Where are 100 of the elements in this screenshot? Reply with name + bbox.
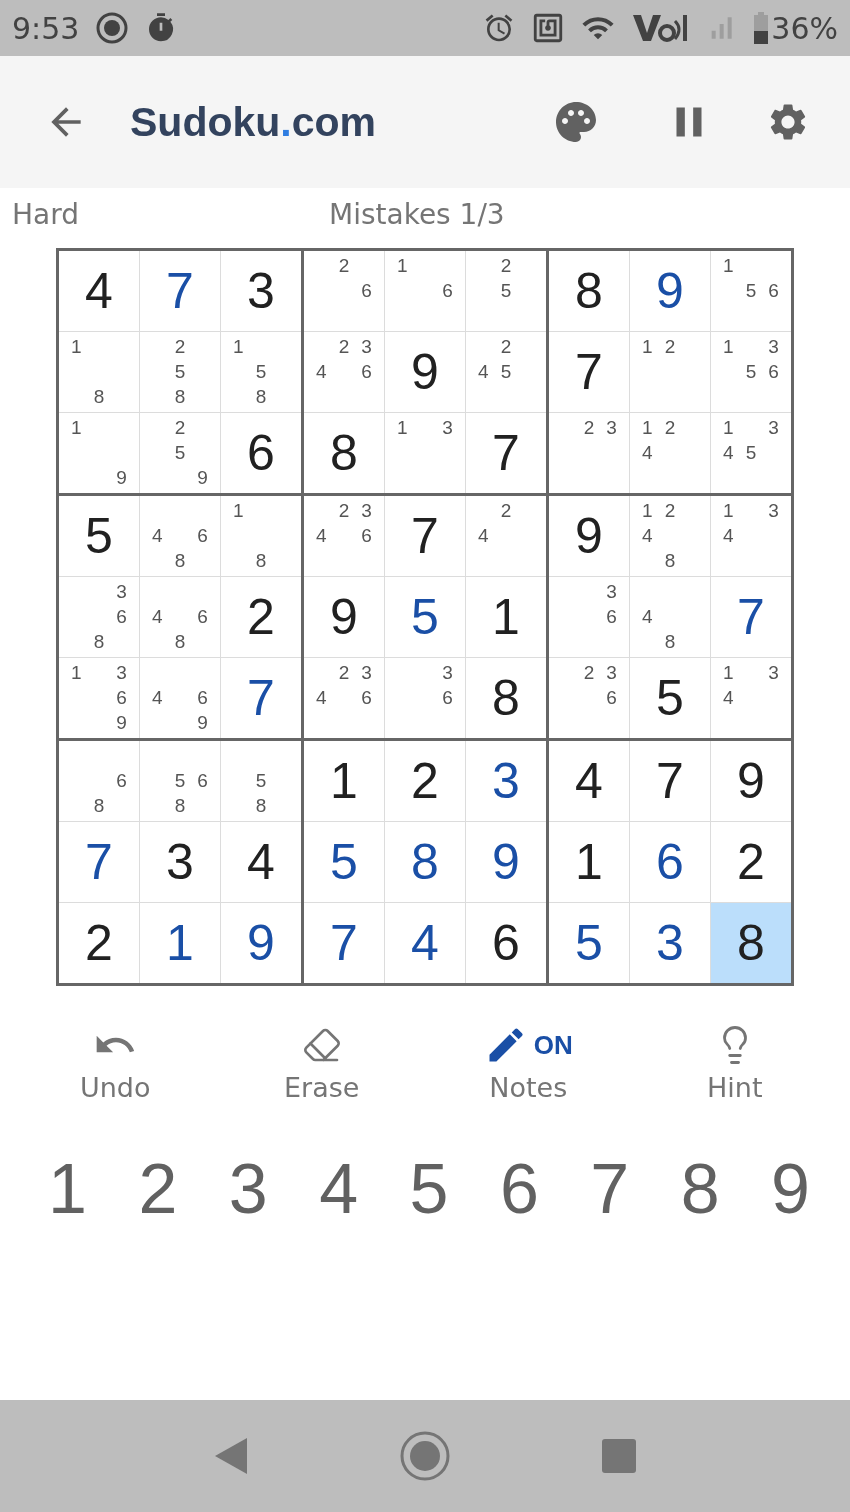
grid-cell[interactable]: 1 6 (385, 251, 465, 331)
grid-cell[interactable]: 2 3 4 6 (304, 658, 384, 738)
number-key[interactable]: 6 (495, 1149, 543, 1229)
grid-cell[interactable]: 5 (549, 903, 629, 983)
undo-button[interactable]: Undo (40, 1022, 191, 1103)
grid-cell[interactable]: 9 (221, 903, 301, 983)
number-key[interactable]: 2 (134, 1149, 182, 1229)
erase-button[interactable]: Erase (246, 1022, 397, 1103)
grid-cell[interactable]: 1 2 4 8 (630, 496, 710, 576)
grid-cell[interactable]: 1 (549, 822, 629, 902)
grid-cell[interactable]: 3 6 (549, 577, 629, 657)
grid-cell[interactable]: 4 (59, 251, 139, 331)
grid-cell[interactable]: 7 (630, 741, 710, 821)
number-key[interactable]: 5 (405, 1149, 453, 1229)
cell-digit: 9 (247, 914, 275, 972)
grid-cell[interactable]: 3 (221, 251, 301, 331)
pencil-note: 2 (663, 334, 677, 359)
grid-cell[interactable]: 5 8 (221, 741, 301, 821)
grid-cell[interactable]: 1 2 4 (630, 413, 710, 493)
grid-cell[interactable]: 1 3 4 5 (711, 413, 791, 493)
grid-cell[interactable]: 3 (466, 741, 546, 821)
hint-button[interactable]: Hint (659, 1022, 810, 1103)
battery-percent: 36% (771, 10, 838, 46)
grid-cell[interactable]: 1 3 6 9 (59, 658, 139, 738)
grid-cell[interactable]: 1 3 4 (711, 658, 791, 738)
grid-cell[interactable]: 1 3 (385, 413, 465, 493)
grid-cell[interactable]: 8 (549, 251, 629, 331)
grid-cell[interactable]: 4 (385, 903, 465, 983)
grid-cell[interactable]: 4 6 8 (140, 577, 220, 657)
grid-cell[interactable]: 7 (221, 658, 301, 738)
grid-cell[interactable]: 4 (221, 822, 301, 902)
grid-cell[interactable]: 2 3 4 6 (304, 332, 384, 412)
grid-cell[interactable]: 2 3 4 6 (304, 496, 384, 576)
number-key[interactable]: 3 (224, 1149, 272, 1229)
grid-cell[interactable]: 9 (304, 577, 384, 657)
grid-cell[interactable]: 2 (711, 822, 791, 902)
grid-cell[interactable]: 2 5 9 (140, 413, 220, 493)
grid-cell[interactable]: 7 (466, 413, 546, 493)
pencil-note: 8 (92, 794, 106, 819)
grid-cell[interactable]: 8 (304, 413, 384, 493)
grid-cell[interactable]: 2 (221, 577, 301, 657)
grid-cell[interactable]: 3 6 8 (59, 577, 139, 657)
grid-cell[interactable]: 9 (549, 496, 629, 576)
notes-button[interactable]: ON Notes (453, 1022, 604, 1103)
grid-cell[interactable]: 5 (630, 658, 710, 738)
grid-cell[interactable]: 7 (711, 577, 791, 657)
grid-cell[interactable]: 9 (385, 332, 465, 412)
grid-cell[interactable]: 5 (304, 822, 384, 902)
grid-cell[interactable]: 1 (140, 903, 220, 983)
grid-cell[interactable]: 1 5 8 (221, 332, 301, 412)
grid-cell[interactable]: 7 (140, 251, 220, 331)
grid-cell[interactable]: 9 (711, 741, 791, 821)
grid-cell[interactable]: 2 4 (466, 496, 546, 576)
grid-cell[interactable]: 6 (630, 822, 710, 902)
pencil-note: 4 (722, 441, 735, 465)
grid-cell[interactable]: 1 5 6 (711, 251, 791, 331)
cell-digit: 7 (166, 262, 194, 320)
grid-cell[interactable]: 2 3 6 (549, 658, 629, 738)
grid-cell[interactable]: 8 (711, 903, 791, 983)
grid-cell[interactable]: 2 5 (466, 251, 546, 331)
grid-cell[interactable]: 6 (221, 413, 301, 493)
grid-cell[interactable]: 2 4 5 (466, 332, 546, 412)
number-key[interactable]: 4 (315, 1149, 363, 1229)
grid-cell[interactable]: 1 3 5 6 (711, 332, 791, 412)
grid-cell[interactable]: 7 (549, 332, 629, 412)
grid-cell[interactable]: 5 (59, 496, 139, 576)
grid-cell[interactable]: 1 3 4 (711, 496, 791, 576)
grid-cell[interactable]: 4 (549, 741, 629, 821)
grid-cell[interactable]: 7 (304, 903, 384, 983)
grid-cell[interactable]: 1 2 (630, 332, 710, 412)
grid-cell[interactable]: 1 8 (59, 332, 139, 412)
grid-cell[interactable]: 2 6 (304, 251, 384, 331)
grid-cell[interactable]: 3 6 (385, 658, 465, 738)
grid-cell[interactable]: 1 (466, 577, 546, 657)
number-key[interactable]: 9 (767, 1149, 814, 1229)
grid-cell[interactable]: 2 3 (549, 413, 629, 493)
number-key[interactable]: 7 (586, 1149, 634, 1229)
grid-cell[interactable]: 7 (59, 822, 139, 902)
grid-cell[interactable]: 2 5 8 (140, 332, 220, 412)
grid-cell[interactable]: 5 (385, 577, 465, 657)
grid-cell[interactable]: 6 8 (59, 741, 139, 821)
grid-cell[interactable]: 4 8 (630, 577, 710, 657)
grid-cell[interactable]: 1 (304, 741, 384, 821)
grid-cell[interactable]: 2 (59, 903, 139, 983)
grid-cell[interactable]: 7 (385, 496, 465, 576)
grid-cell[interactable]: 8 (466, 658, 546, 738)
grid-cell[interactable]: 3 (630, 903, 710, 983)
grid-cell[interactable]: 1 9 (59, 413, 139, 493)
grid-cell[interactable]: 6 (466, 903, 546, 983)
grid-cell[interactable]: 4 6 9 (140, 658, 220, 738)
grid-cell[interactable]: 5 6 8 (140, 741, 220, 821)
grid-cell[interactable]: 9 (630, 251, 710, 331)
grid-cell[interactable]: 9 (466, 822, 546, 902)
grid-cell[interactable]: 1 8 (221, 496, 301, 576)
grid-cell[interactable]: 2 (385, 741, 465, 821)
grid-cell[interactable]: 8 (385, 822, 465, 902)
number-key[interactable]: 8 (676, 1149, 724, 1229)
number-key[interactable]: 1 (44, 1149, 91, 1229)
grid-cell[interactable]: 3 (140, 822, 220, 902)
grid-cell[interactable]: 4 6 8 (140, 496, 220, 576)
